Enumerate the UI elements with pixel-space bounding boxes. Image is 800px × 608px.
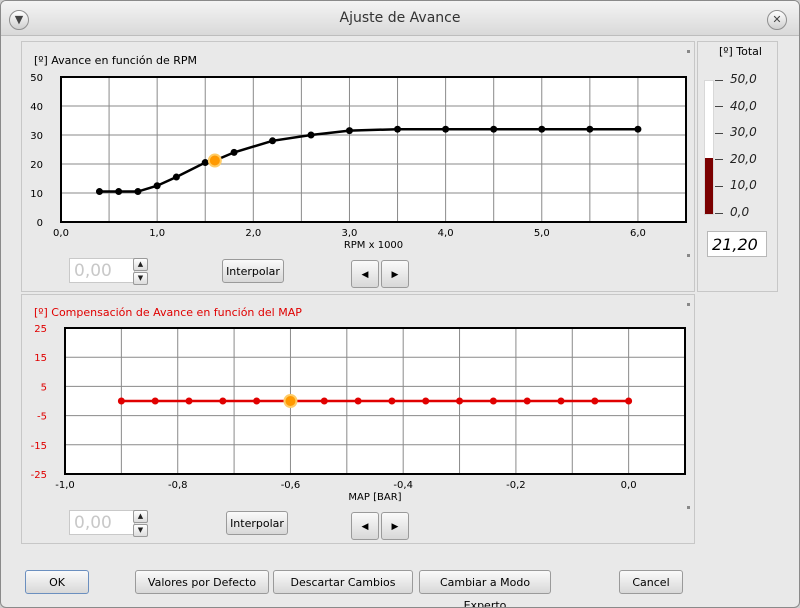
thermometer-scale-label: 0,0 [730, 205, 750, 219]
rpm-prev-point-button[interactable]: ◀ [351, 260, 379, 288]
adjust-advance-window: ▼ Ajuste de Avance ✕ [º] Avance en funci… [0, 0, 800, 608]
rpm-next-point-button[interactable]: ▶ [381, 260, 409, 288]
total-thermometer [704, 80, 714, 215]
thermometer-scale-label: 20,0 [730, 151, 757, 166]
thermometer-tick [715, 212, 723, 214]
arrow-up-icon: ▲ [137, 512, 144, 520]
arrow-up-icon: ▲ [137, 260, 144, 268]
thermometer-tick [715, 79, 723, 81]
arrow-right-icon: ▶ [391, 270, 399, 280]
thermometer-scale-label: 50,0 [730, 72, 757, 86]
thermometer-scale-label: 10,0 [730, 178, 757, 193]
ok-button[interactable]: OK [25, 570, 89, 594]
thermometer-tick [715, 159, 723, 161]
defaults-button[interactable]: Valores por Defecto [135, 570, 269, 594]
arrow-left-icon: ◀ [361, 270, 369, 280]
total-readout: 21,20 [707, 231, 767, 257]
rpm-value-input[interactable]: 0,00 [69, 258, 135, 283]
panel-corner-mark [687, 50, 690, 53]
panel-corner-mark [687, 506, 690, 509]
total-title: [º] Total [719, 45, 762, 58]
arrow-left-icon: ◀ [361, 522, 369, 532]
rpm-chart-title: [º] Avance en función de RPM [34, 54, 198, 67]
rpm-interpolate-button[interactable]: Interpolar [222, 259, 284, 283]
total-thermometer-fill [705, 157, 713, 214]
map-chart-title: [º] Compensación de Avance en función de… [34, 306, 302, 319]
map-interpolate-button[interactable]: Interpolar [226, 511, 288, 535]
window-title: Ajuste de Avance [339, 10, 461, 26]
discard-changes-button[interactable]: Descartar Cambios [273, 570, 413, 594]
panel-corner-mark [687, 303, 690, 306]
map-next-point-button[interactable]: ▶ [381, 512, 409, 540]
arrow-down-icon: ▼ [137, 526, 144, 534]
close-button[interactable]: ✕ [767, 10, 787, 30]
arrow-right-icon: ▶ [391, 522, 399, 532]
rpm-value-up-button[interactable]: ▲ [133, 258, 148, 271]
rpm-value-down-button[interactable]: ▼ [133, 272, 148, 285]
map-value-input[interactable]: 0,00 [69, 510, 135, 535]
thermometer-tick [715, 106, 723, 108]
rpm-panel [21, 41, 695, 292]
panel-corner-mark [687, 254, 690, 257]
thermometer-tick [715, 132, 723, 134]
map-value-up-button[interactable]: ▲ [133, 510, 148, 523]
close-icon: ✕ [772, 13, 782, 26]
thermometer-tick [715, 185, 723, 187]
map-prev-point-button[interactable]: ◀ [351, 512, 379, 540]
arrow-down-icon: ▼ [137, 274, 144, 282]
title-bar: ▼ Ajuste de Avance ✕ [1, 1, 799, 36]
map-panel [21, 294, 695, 544]
thermometer-scale-label: 40,0 [730, 98, 757, 113]
expert-mode-button[interactable]: Cambiar a Modo Experto [419, 570, 551, 607]
cancel-button[interactable]: Cancel [619, 570, 683, 594]
thermometer-scale-label: 30,0 [730, 125, 757, 140]
map-value-down-button[interactable]: ▼ [133, 524, 148, 537]
